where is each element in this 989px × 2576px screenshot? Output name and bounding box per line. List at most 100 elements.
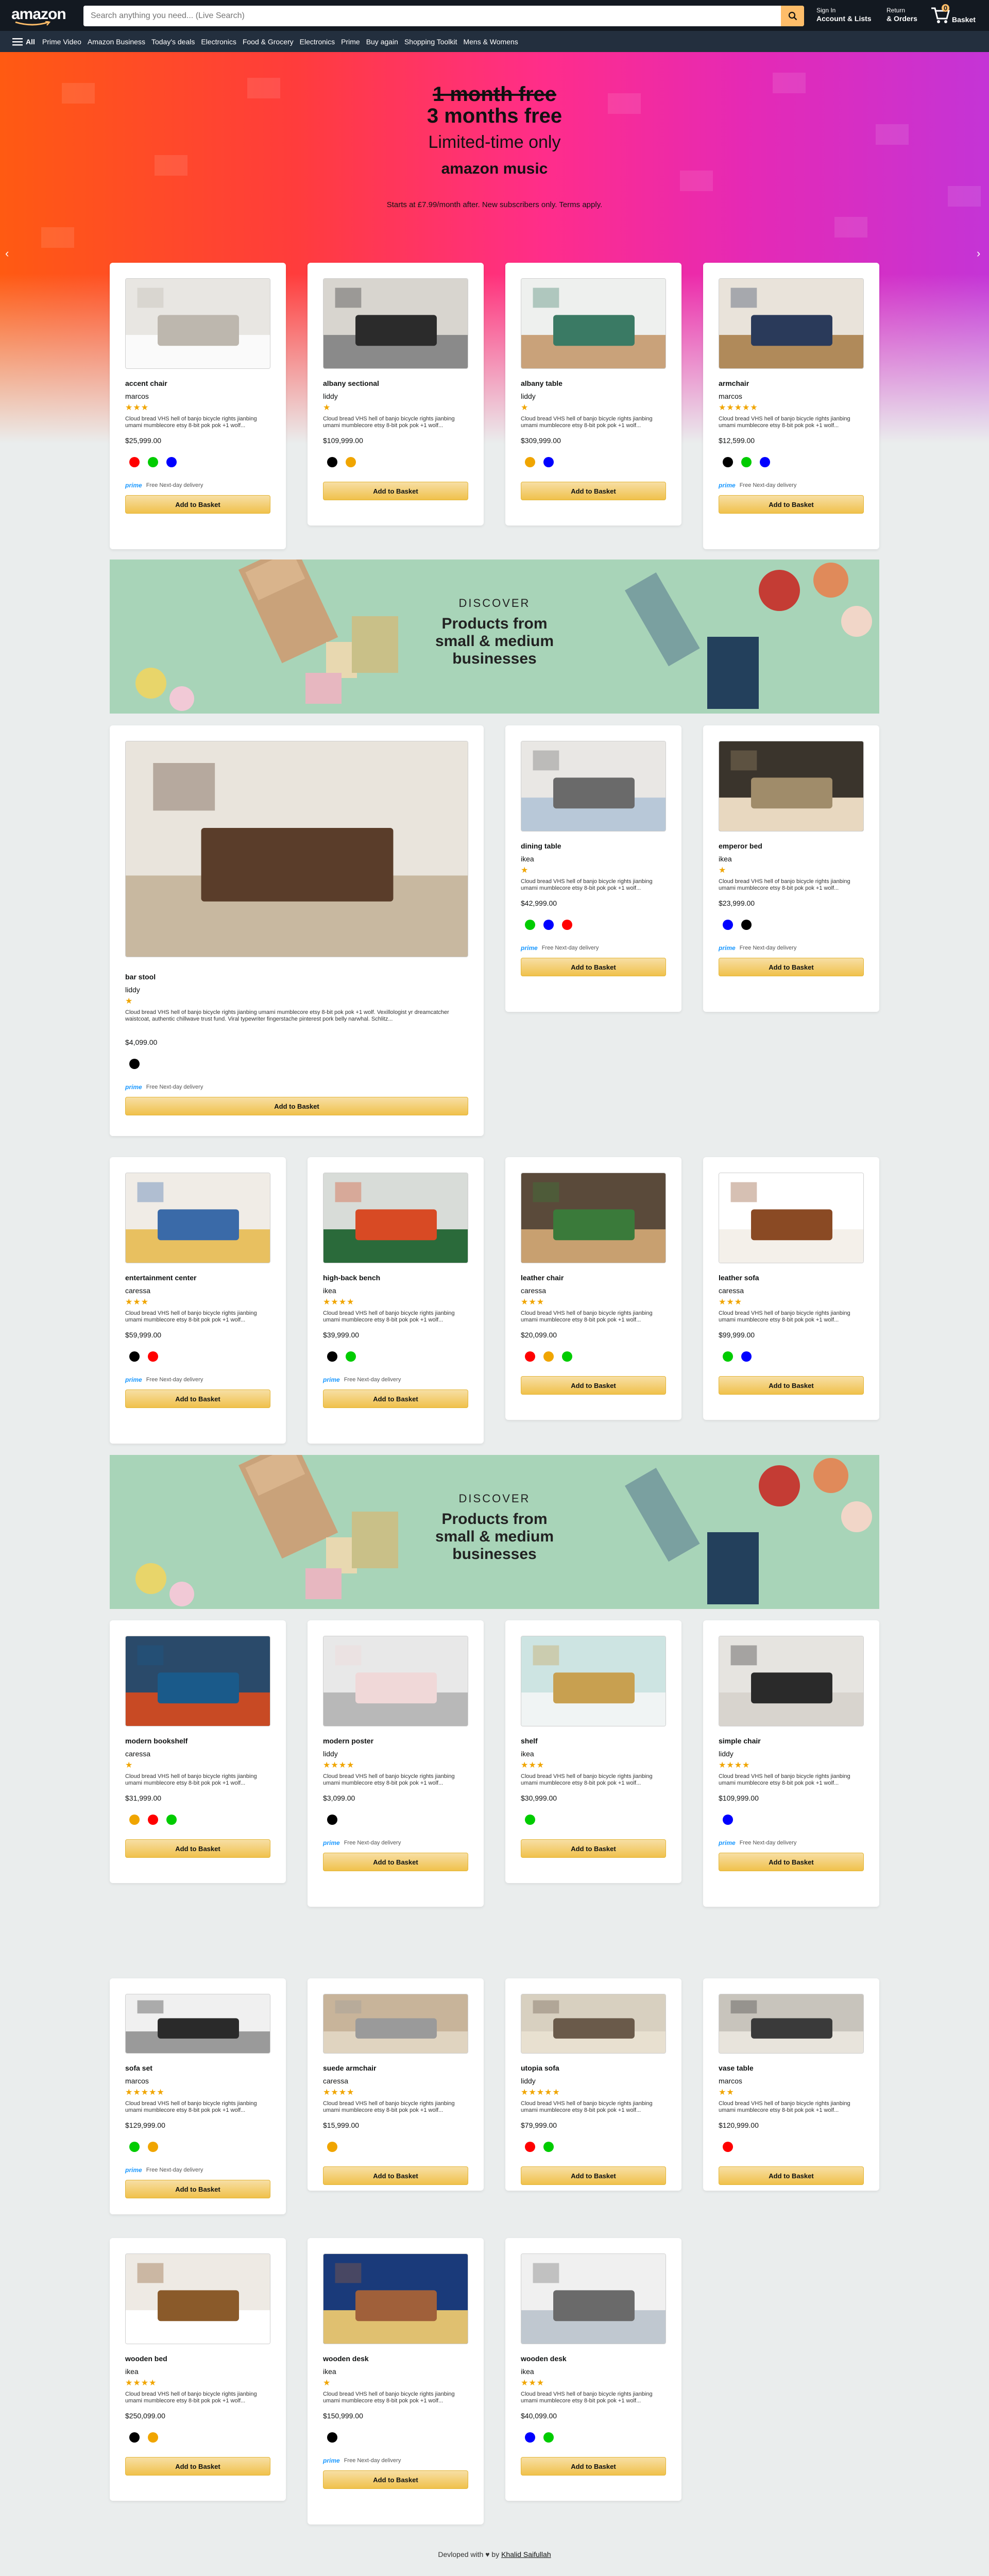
add-to-basket-button[interactable]: Add to Basket: [521, 958, 666, 976]
product-name[interactable]: albany table: [521, 379, 562, 387]
product-name[interactable]: vase table: [719, 2064, 754, 2072]
color-swatch[interactable]: [525, 457, 535, 467]
product-name[interactable]: wooden bed: [125, 2354, 167, 2363]
nav-item-buy-again[interactable]: Buy again: [366, 38, 398, 46]
product-name[interactable]: modern poster: [323, 1737, 373, 1745]
color-swatch[interactable]: [148, 2142, 158, 2152]
add-to-basket-button[interactable]: Add to Basket: [125, 1097, 468, 1115]
color-swatch[interactable]: [148, 1351, 158, 1362]
add-to-basket-button[interactable]: Add to Basket: [521, 1376, 666, 1395]
add-to-basket-button[interactable]: Add to Basket: [719, 1376, 864, 1395]
nav-item-prime[interactable]: Prime: [341, 38, 360, 46]
color-swatch[interactable]: [543, 2142, 554, 2152]
color-swatch[interactable]: [723, 920, 733, 930]
add-to-basket-button[interactable]: Add to Basket: [323, 1853, 468, 1871]
product-name[interactable]: leather chair: [521, 1274, 564, 1282]
nav-item-shopping-toolkit[interactable]: Shopping Toolkit: [404, 38, 457, 46]
carousel-next-icon[interactable]: ›: [977, 247, 980, 260]
color-swatch[interactable]: [562, 1351, 572, 1362]
add-to-basket-button[interactable]: Add to Basket: [521, 482, 666, 500]
color-swatch[interactable]: [723, 1815, 733, 1825]
color-swatch[interactable]: [525, 1815, 535, 1825]
product-name[interactable]: leather sofa: [719, 1274, 759, 1282]
add-to-basket-button[interactable]: Add to Basket: [521, 2457, 666, 2476]
amazon-logo[interactable]: amazon: [11, 4, 89, 27]
product-image[interactable]: [521, 1994, 666, 2054]
add-to-basket-button[interactable]: Add to Basket: [521, 1839, 666, 1858]
color-swatch[interactable]: [346, 457, 356, 467]
color-swatch[interactable]: [741, 457, 752, 467]
color-swatch[interactable]: [129, 1815, 140, 1825]
add-to-basket-button[interactable]: Add to Basket: [323, 1389, 468, 1408]
color-swatch[interactable]: [525, 2142, 535, 2152]
product-name[interactable]: armchair: [719, 379, 749, 387]
product-image[interactable]: [521, 1636, 666, 1726]
add-to-basket-button[interactable]: Add to Basket: [125, 1839, 270, 1858]
basket-link[interactable]: 0 Basket: [930, 4, 976, 24]
product-image[interactable]: [125, 2253, 270, 2344]
product-name[interactable]: modern bookshelf: [125, 1737, 187, 1745]
product-image[interactable]: [719, 278, 864, 369]
nav-item-electronics[interactable]: Electronics: [201, 38, 236, 46]
product-image[interactable]: [323, 2253, 468, 2344]
color-swatch[interactable]: [327, 2432, 337, 2443]
color-swatch[interactable]: [525, 2432, 535, 2443]
color-swatch[interactable]: [543, 1351, 554, 1362]
color-swatch[interactable]: [760, 457, 770, 467]
color-swatch[interactable]: [148, 2432, 158, 2443]
color-swatch[interactable]: [741, 1351, 752, 1362]
color-swatch[interactable]: [562, 920, 572, 930]
nav-item-amazon-business[interactable]: Amazon Business: [88, 38, 145, 46]
color-swatch[interactable]: [525, 1351, 535, 1362]
product-image[interactable]: [719, 1636, 864, 1726]
color-swatch[interactable]: [129, 1059, 140, 1069]
product-image[interactable]: [719, 741, 864, 832]
add-to-basket-button[interactable]: Add to Basket: [125, 2457, 270, 2476]
add-to-basket-button[interactable]: Add to Basket: [125, 2180, 270, 2198]
product-image[interactable]: [323, 1636, 468, 1726]
color-swatch[interactable]: [346, 1351, 356, 1362]
product-image[interactable]: [125, 1173, 270, 1263]
add-to-basket-button[interactable]: Add to Basket: [125, 1389, 270, 1408]
color-swatch[interactable]: [166, 1815, 177, 1825]
color-swatch[interactable]: [543, 920, 554, 930]
product-image[interactable]: [719, 1173, 864, 1263]
product-image[interactable]: [521, 278, 666, 369]
color-swatch[interactable]: [129, 2432, 140, 2443]
product-image[interactable]: [521, 2253, 666, 2344]
product-image[interactable]: [125, 278, 270, 369]
product-name[interactable]: accent chair: [125, 379, 167, 387]
color-swatch[interactable]: [148, 457, 158, 467]
add-to-basket-button[interactable]: Add to Basket: [719, 1853, 864, 1871]
product-name[interactable]: sofa set: [125, 2064, 152, 2072]
color-swatch[interactable]: [543, 2432, 554, 2443]
search-input[interactable]: [83, 6, 781, 26]
product-image[interactable]: [521, 1173, 666, 1263]
color-swatch[interactable]: [148, 1815, 158, 1825]
product-image[interactable]: [719, 1994, 864, 2054]
nav-item-mens-womens[interactable]: Mens & Womens: [463, 38, 518, 46]
product-name[interactable]: shelf: [521, 1737, 538, 1745]
color-swatch[interactable]: [129, 2142, 140, 2152]
product-image[interactable]: [125, 1636, 270, 1726]
nav-item-todays-deals[interactable]: Today's deals: [151, 38, 195, 46]
product-name[interactable]: high-back bench: [323, 1274, 380, 1282]
add-to-basket-button[interactable]: Add to Basket: [323, 482, 468, 500]
color-swatch[interactable]: [129, 457, 140, 467]
color-swatch[interactable]: [525, 920, 535, 930]
small-business-banner-2[interactable]: DISCOVER Products from small & medium bu…: [110, 1455, 879, 1609]
product-image[interactable]: [323, 278, 468, 369]
product-name[interactable]: wooden desk: [521, 2354, 567, 2363]
color-swatch[interactable]: [129, 1351, 140, 1362]
nav-item-food-grocery[interactable]: Food & Grocery: [243, 38, 294, 46]
nav-item-electronics-2[interactable]: Electronics: [300, 38, 335, 46]
add-to-basket-button[interactable]: Add to Basket: [323, 2166, 468, 2185]
author-link[interactable]: Khalid Saifullah: [501, 2550, 551, 2558]
product-image[interactable]: [125, 1994, 270, 2054]
color-swatch[interactable]: [723, 1351, 733, 1362]
product-name[interactable]: wooden desk: [323, 2354, 369, 2363]
carousel-prev-icon[interactable]: ‹: [5, 247, 9, 260]
color-swatch[interactable]: [166, 457, 177, 467]
color-swatch[interactable]: [327, 457, 337, 467]
color-swatch[interactable]: [327, 1815, 337, 1825]
